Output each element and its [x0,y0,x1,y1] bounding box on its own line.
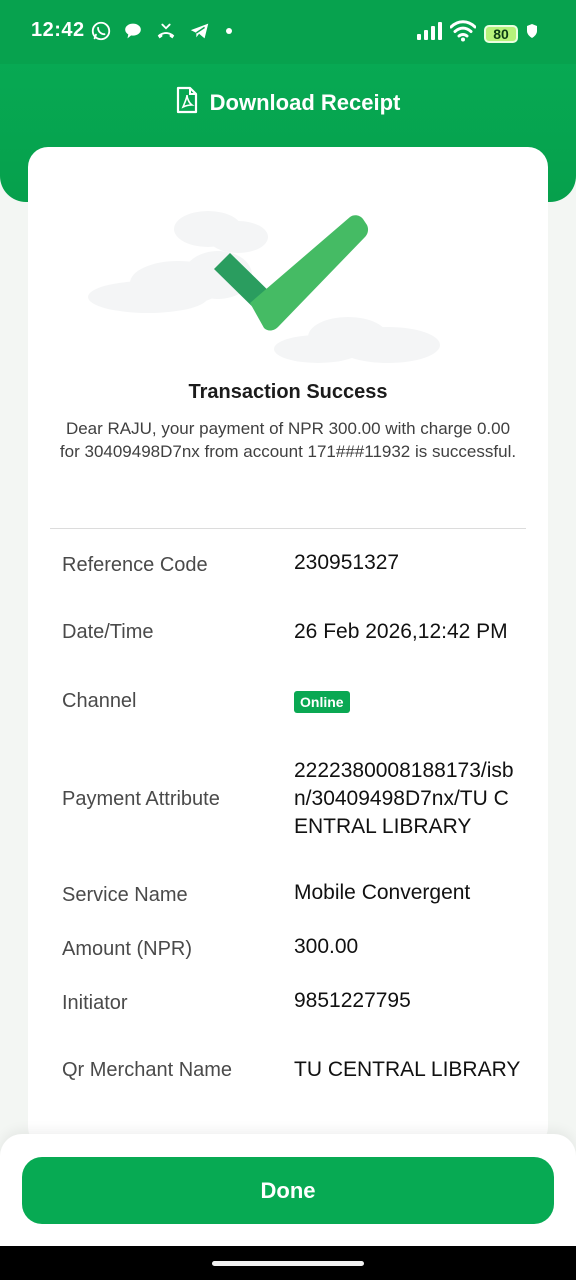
divider [50,528,526,529]
detail-value: 300.00 [294,935,359,958]
system-navigation-bar [0,1246,576,1280]
receipt-card: Transaction Success Dear RAJU, your paym… [28,147,548,1147]
success-illustration [28,177,548,367]
shield-icon [526,23,538,44]
battery-icon: 80 [484,24,518,43]
detail-label: Amount (NPR) [62,937,193,960]
detail-value: TU CENTRAL LIBRARY [294,1058,521,1081]
detail-value: Mobile Convergent [294,881,471,904]
transaction-message: Dear RAJU, your payment of NPR 300.00 wi… [59,419,517,461]
detail-label: Initiator [62,991,128,1014]
detail-label: Payment Attribute [62,787,220,810]
chat-bubble-icon [122,20,144,47]
detail-label: Service Name [62,883,188,906]
bottom-action-panel: Done [0,1134,576,1246]
pdf-document-icon [176,86,198,120]
missed-call-icon [154,20,178,47]
wifi-icon [449,20,477,47]
channel-badge: Online [294,691,350,713]
notification-icons [90,20,236,47]
detail-row-date-time: Date/Time 26 Feb 2026,12:42 PM [62,601,532,663]
detail-label: Date/Time [62,620,154,643]
detail-value: 2222380008188173/isbn/30409498D7nx/TU CE… [294,759,514,838]
detail-row-initiator: Initiator 9851227795 [62,985,532,1021]
detail-row-reference-code: Reference Code 230951327 [62,547,532,583]
detail-label: Channel [62,689,137,712]
detail-row-amount: Amount (NPR) 300.00 [62,931,532,967]
status-time: 12:42 [31,19,85,41]
detail-value: 26 Feb 2026,12:42 PM [294,620,508,643]
detail-row-service-name: Service Name Mobile Convergent [62,877,532,913]
detail-value: 230951327 [294,551,400,574]
whatsapp-icon [90,20,112,47]
detail-label: Qr Merchant Name [62,1058,233,1081]
telegram-icon [188,20,212,47]
detail-row-qr-merchant-name: Qr Merchant Name TU CENTRAL LIBRARY [62,1039,532,1101]
home-indicator[interactable] [212,1261,364,1266]
detail-label: Reference Code [62,553,208,576]
detail-row-channel: Channel Online [62,681,532,721]
detail-value: 9851227795 [294,989,411,1012]
detail-row-payment-attribute: Payment Attribute 2222380008188173/isbn/… [62,739,532,859]
done-button[interactable]: Done [22,1157,554,1224]
download-receipt-label: Download Receipt [209,90,401,115]
receipt-details: Reference Code 230951327 Date/Time 26 Fe… [62,547,532,1119]
dot-icon [222,20,236,47]
status-bar: 12:42 80 [0,0,576,64]
system-icons: 80 [416,20,538,47]
download-receipt-button[interactable]: Download Receipt [0,86,576,120]
transaction-status-title: Transaction Success [188,381,388,403]
signal-icon [416,21,442,46]
